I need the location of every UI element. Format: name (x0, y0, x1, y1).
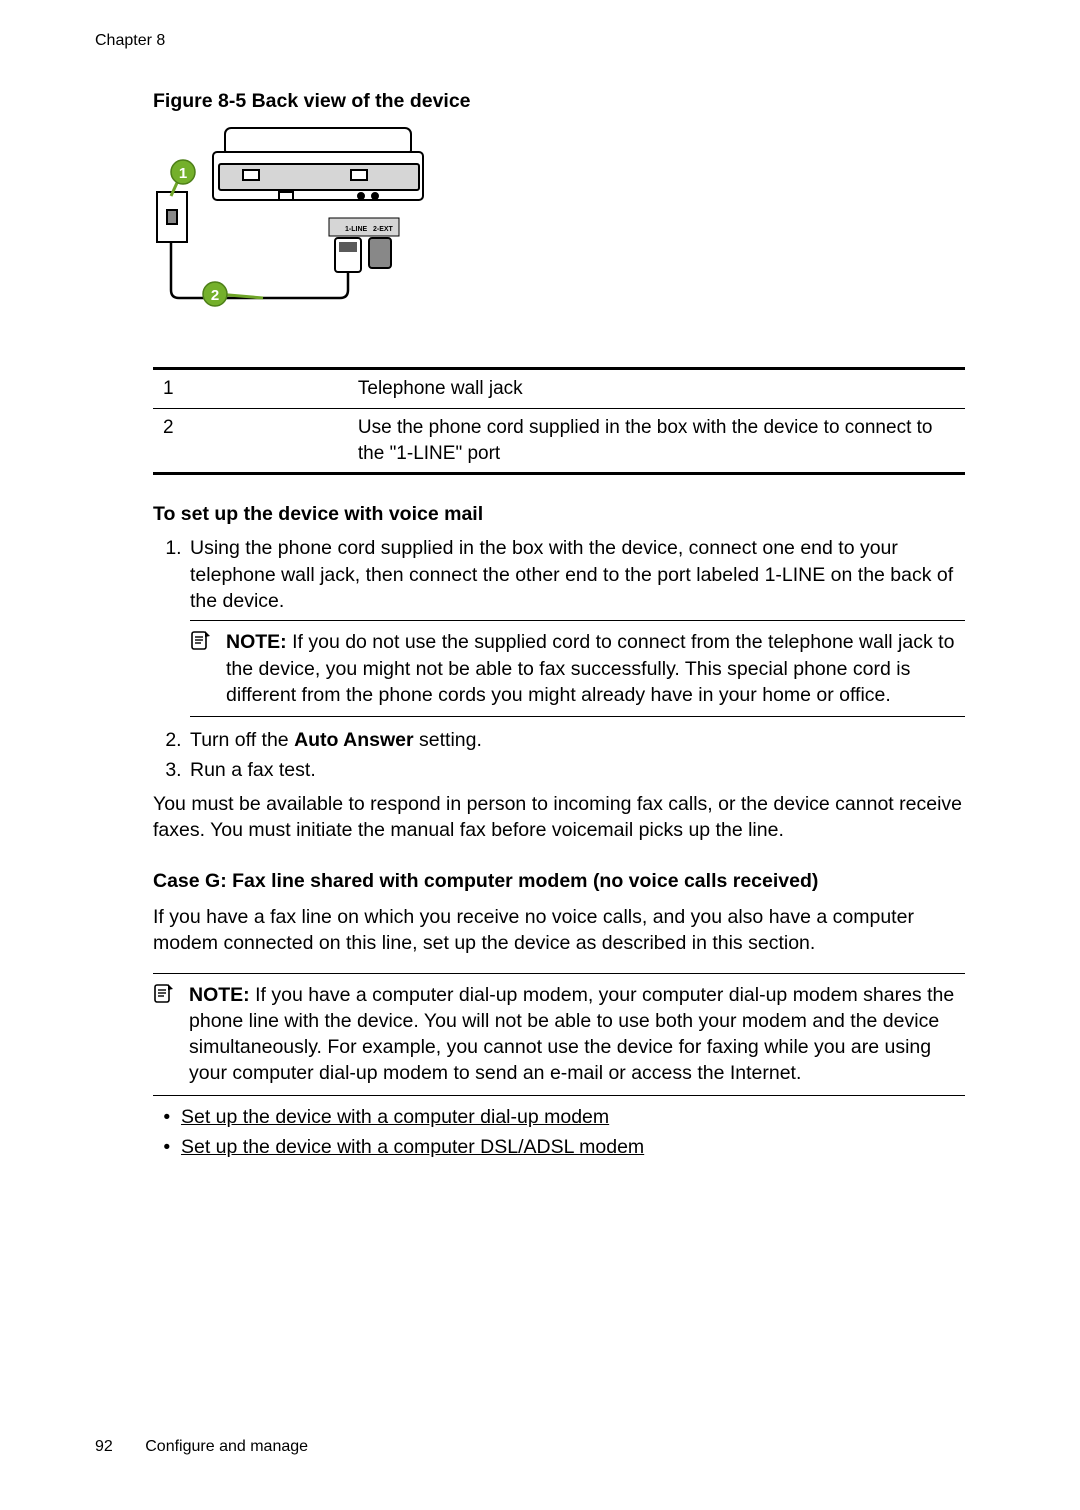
body-paragraph: You must be available to respond in pers… (153, 791, 965, 844)
case-g-links-list: Set up the device with a computer dial-u… (153, 1104, 965, 1161)
legend-desc: Telephone wall jack (348, 369, 965, 409)
link-dsl-modem[interactable]: Set up the device with a computer DSL/AD… (181, 1136, 644, 1158)
step-bold: Auto Answer (294, 729, 414, 751)
note-content: NOTE: If you have a computer dial-up mod… (153, 982, 965, 1087)
body-paragraph-block: You must be available to respond in pers… (153, 791, 965, 1160)
svg-text:2: 2 (211, 287, 219, 304)
step-text: Using the phone cord supplied in the box… (190, 537, 953, 612)
note-icon (153, 982, 175, 1004)
step-text: setting. (414, 729, 482, 751)
legend-num: 2 (153, 408, 348, 473)
case-g-intro: If you have a fax line on which you rece… (153, 904, 965, 957)
list-item: Using the phone cord supplied in the box… (187, 535, 965, 717)
setup-heading: To set up the device with voice mail (153, 501, 965, 527)
figure-block: Figure 8-5 Back view of the device (153, 88, 965, 783)
note-body: If you have a computer dial-up modem, yo… (189, 984, 954, 1085)
note-label: NOTE: (189, 984, 250, 1006)
page: Chapter 8 Figure 8-5 Back view of the de… (0, 0, 1080, 1510)
list-item: Turn off the Auto Answer setting. (187, 727, 965, 753)
list-item: Set up the device with a computer dial-u… (181, 1104, 965, 1130)
figure-image: 1-LINE 2-EXT 1 (153, 122, 965, 329)
note-label: NOTE: (226, 631, 287, 653)
chapter-header: Chapter 8 (95, 30, 985, 52)
note-box: NOTE: If you do not use the supplied cor… (190, 620, 965, 717)
case-g-heading: Case G: Fax line shared with computer mo… (153, 868, 965, 894)
legend-desc: Use the phone cord supplied in the box w… (348, 408, 965, 473)
page-footer: 92 Configure and manage (95, 1436, 308, 1458)
note-box: NOTE: If you have a computer dial-up mod… (153, 973, 965, 1096)
note-content: NOTE: If you do not use the supplied cor… (190, 629, 965, 708)
page-number: 92 (95, 1436, 113, 1458)
list-item: Set up the device with a computer DSL/AD… (181, 1134, 965, 1160)
list-item: Run a fax test. (187, 757, 965, 783)
svg-text:1-LINE: 1-LINE (345, 226, 368, 233)
setup-steps-list: Using the phone cord supplied in the box… (153, 535, 965, 783)
svg-text:2-EXT: 2-EXT (373, 226, 394, 233)
svg-text:1: 1 (179, 165, 187, 182)
figure-legend-table: 1 Telephone wall jack 2 Use the phone co… (153, 367, 965, 475)
step-text: Turn off the (190, 729, 294, 751)
note-icon (190, 629, 212, 651)
link-dialup-modem[interactable]: Set up the device with a computer dial-u… (181, 1106, 609, 1128)
legend-num: 1 (153, 369, 348, 409)
figure-caption: Figure 8-5 Back view of the device (153, 88, 965, 114)
step-text: Run a fax test. (190, 759, 316, 781)
table-row: 1 Telephone wall jack (153, 369, 965, 409)
table-row: 2 Use the phone cord supplied in the box… (153, 408, 965, 473)
footer-section-name: Configure and manage (145, 1438, 308, 1455)
note-body: If you do not use the supplied cord to c… (226, 631, 954, 706)
